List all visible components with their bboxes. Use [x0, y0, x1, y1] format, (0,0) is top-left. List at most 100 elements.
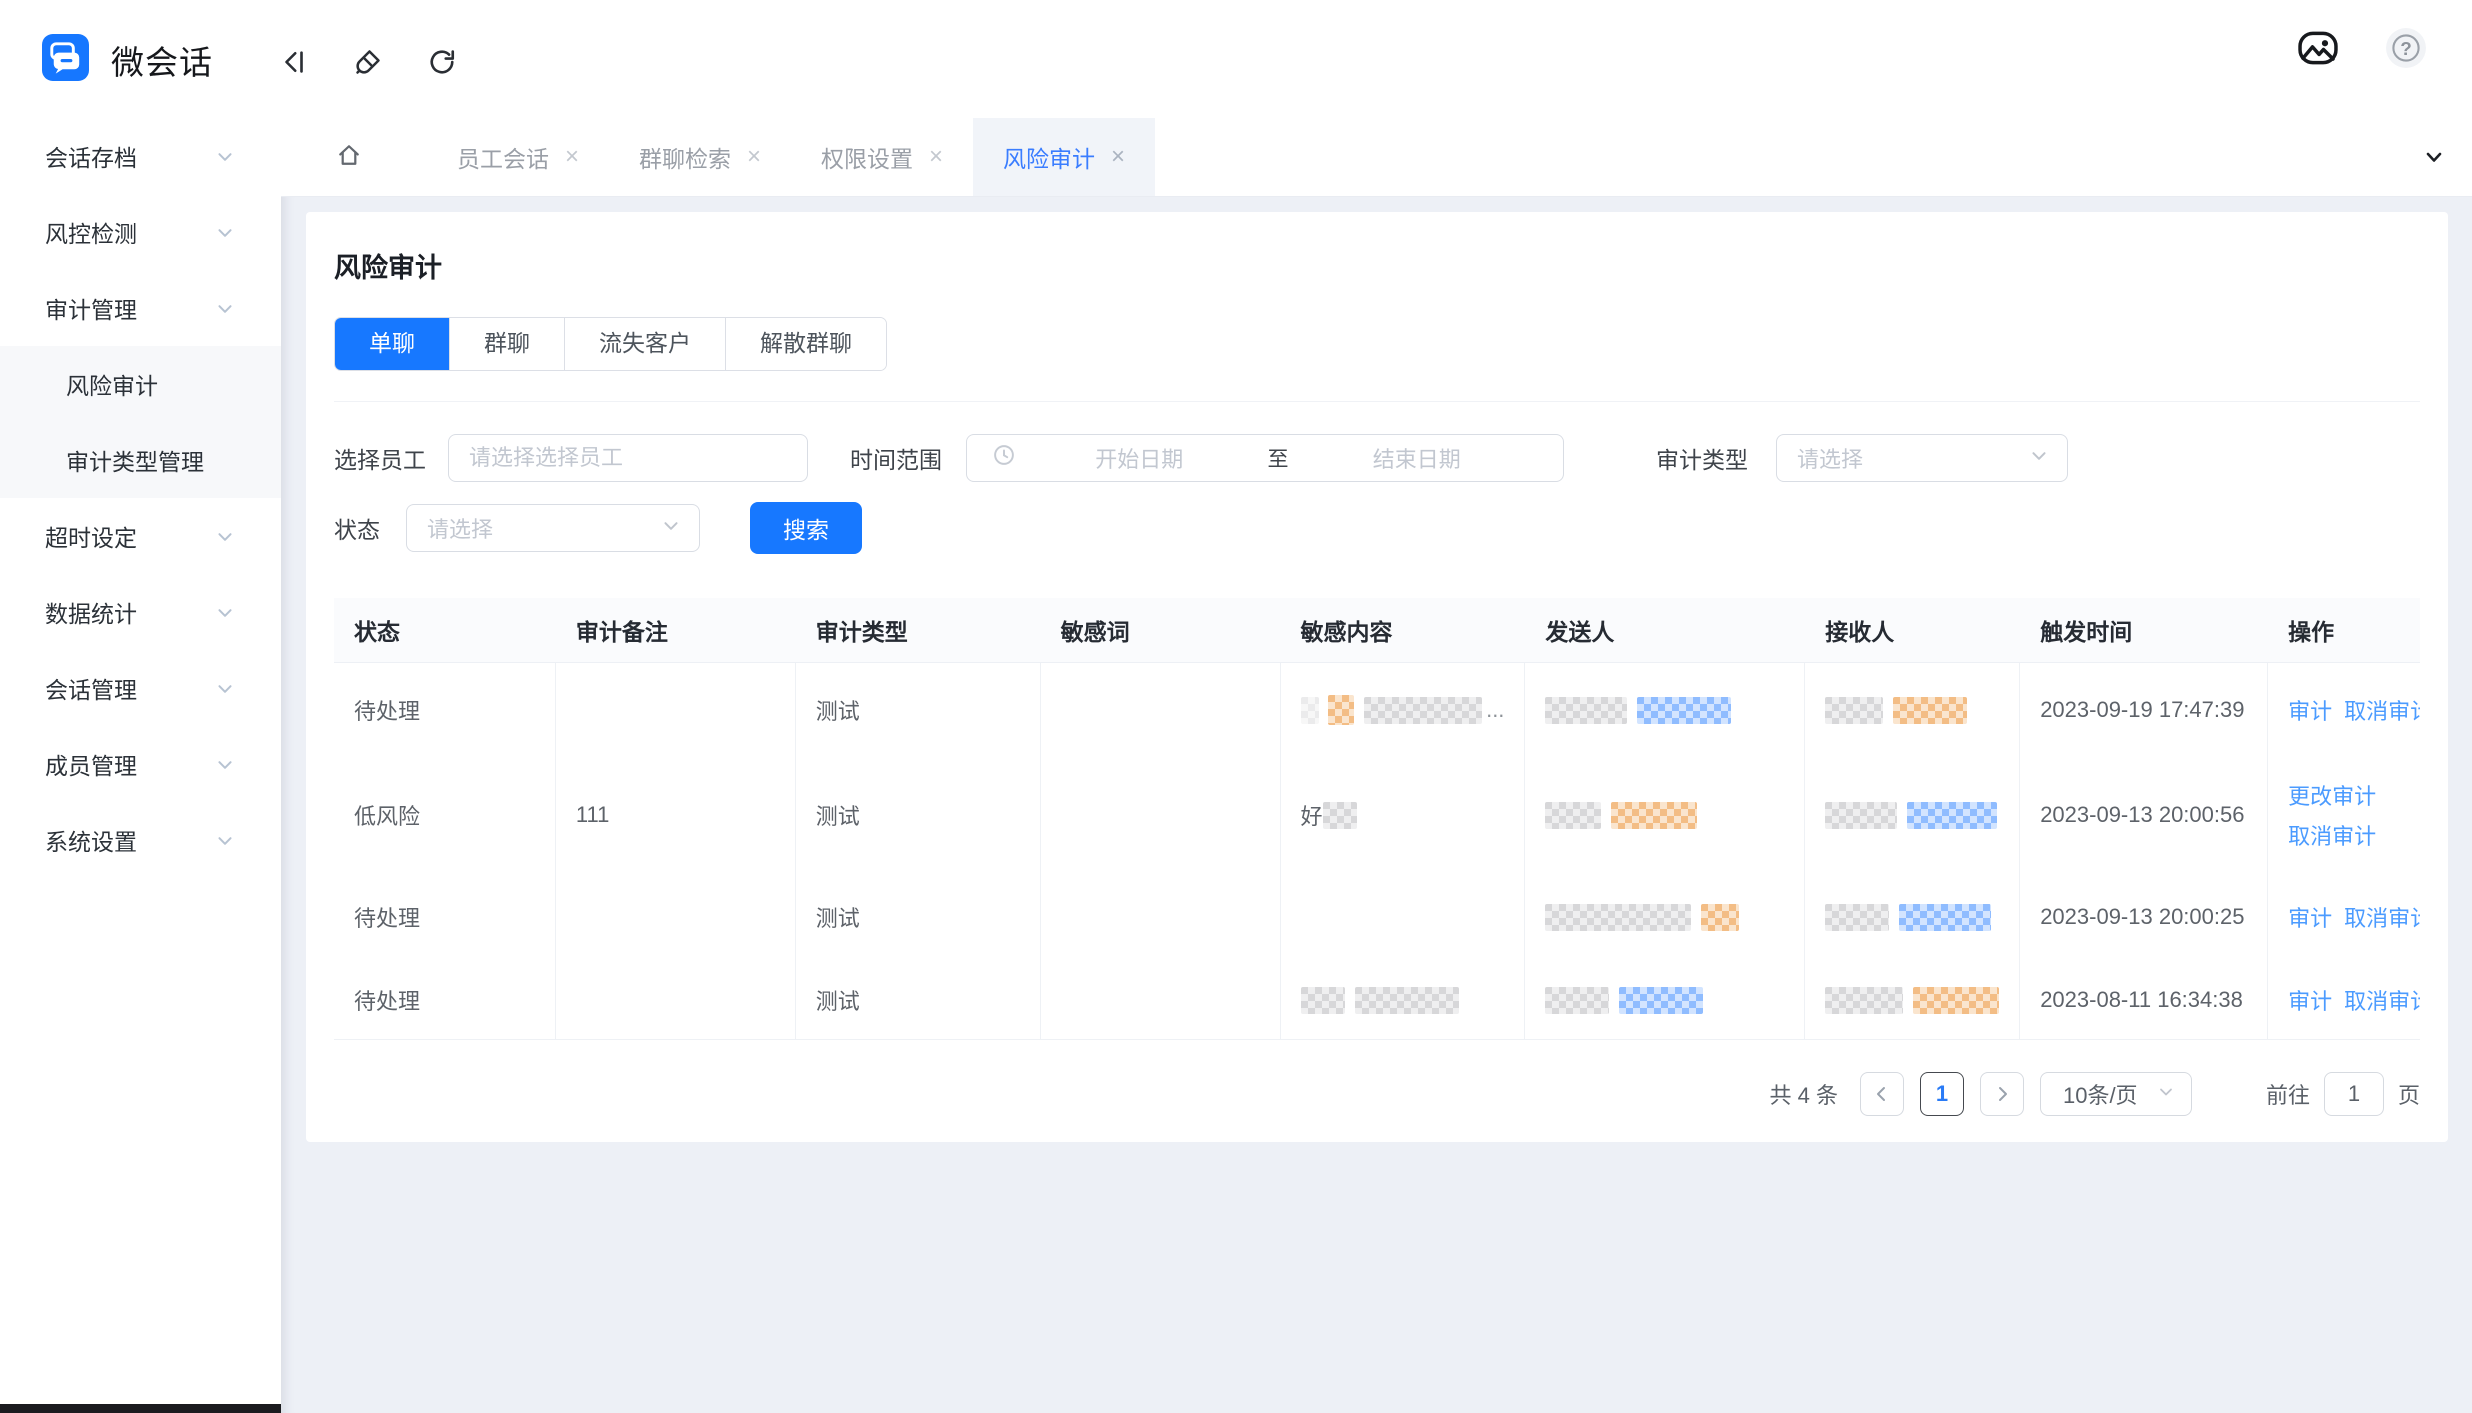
table-row: 待处理 测试 ...: [334, 663, 2420, 757]
goto-page-input[interactable]: [2324, 1072, 2384, 1116]
total-count: 共 4 条: [1770, 1078, 1838, 1110]
redacted-name: [1545, 987, 1609, 1014]
table-header: 状态 审计备注 审计类型 敏感词 敏感内容 发送人 接收人 触发时间 操作: [334, 598, 2420, 663]
cancel-audit-link[interactable]: 取消审计: [2344, 694, 2420, 726]
content-text: 好: [1301, 799, 1323, 831]
current-page-button[interactable]: 1: [1920, 1072, 1964, 1116]
tab-group-chat-search[interactable]: 群聊检索 ×: [609, 118, 791, 196]
avatar-image-placeholder-icon[interactable]: [2296, 26, 2340, 70]
cell-sensitive-content: 好: [1281, 757, 1526, 873]
divider: [334, 401, 2420, 402]
help-icon[interactable]: ?: [2384, 26, 2428, 70]
redacted-name: [1611, 802, 1697, 829]
sidebar-item-audit-management[interactable]: 审计管理: [0, 270, 281, 346]
cell-audit-note: [556, 663, 796, 757]
tab-employee-sessions[interactable]: 员工会话 ×: [427, 118, 609, 196]
cell-status: 低风险: [334, 757, 556, 873]
employee-input[interactable]: [448, 434, 808, 482]
segment-single-chat[interactable]: 单聊: [335, 318, 449, 370]
close-icon[interactable]: ×: [1111, 145, 1125, 169]
segment-disbanded-groups[interactable]: 解散群聊: [725, 318, 886, 370]
audit-link[interactable]: 审计: [2288, 984, 2332, 1016]
cell-audit-type: 测试: [796, 663, 1041, 757]
col-header-sensitive-content: 敏感内容: [1281, 598, 1526, 662]
tab-label: 员工会话: [457, 140, 549, 174]
brush-icon[interactable]: [346, 40, 390, 84]
refresh-icon[interactable]: [420, 40, 464, 84]
tab-label: 群聊检索: [639, 140, 731, 174]
cell-sender: [1525, 873, 1805, 961]
main-content: 风险审计 单聊 群聊 流失客户 解散群聊 选择员工 时间范围 开始日期 至 结束…: [281, 197, 2472, 1413]
sidebar-item-member-management[interactable]: 成员管理: [0, 726, 281, 802]
cell-actions: 审计 取消审计: [2268, 961, 2420, 1039]
chevron-down-icon: [215, 830, 235, 857]
sidebar-item-timeout-settings[interactable]: 超时设定: [0, 498, 281, 574]
chevron-down-icon: [215, 146, 235, 173]
segment-group-chat[interactable]: 群聊: [449, 318, 564, 370]
chevron-down-icon: [215, 222, 235, 249]
cancel-audit-link[interactable]: 取消审计: [2288, 819, 2376, 851]
col-header-sensitive-word: 敏感词: [1041, 598, 1281, 662]
cell-status: 待处理: [334, 873, 556, 961]
col-header-status: 状态: [334, 598, 556, 662]
home-tab[interactable]: [281, 118, 391, 196]
col-header-receiver: 接收人: [1805, 598, 2020, 662]
redacted-link[interactable]: [1907, 802, 1997, 829]
prev-page-button[interactable]: [1860, 1072, 1904, 1116]
status-select[interactable]: 请选择: [406, 504, 700, 552]
next-page-button[interactable]: [1980, 1072, 2024, 1116]
tabs-overflow-chevron-icon[interactable]: [2422, 118, 2446, 196]
redacted-link[interactable]: [1899, 904, 1991, 931]
employee-label: 选择员工: [334, 441, 426, 475]
segment-lost-customers[interactable]: 流失客户: [564, 318, 725, 370]
page-size-select[interactable]: 10条/页: [2040, 1072, 2192, 1116]
cell-actions: 审计 取消审计: [2268, 663, 2420, 757]
date-range-picker[interactable]: 开始日期 至 结束日期: [966, 434, 1564, 482]
redacted-content: [1364, 697, 1482, 724]
cell-status: 待处理: [334, 961, 556, 1039]
sidebar-item-session-management[interactable]: 会话管理: [0, 650, 281, 726]
collapse-sidebar-icon[interactable]: [272, 40, 316, 84]
close-icon[interactable]: ×: [565, 145, 579, 169]
app-logo-icon: [42, 34, 89, 86]
cell-trigger-time: 2023-09-19 17:47:39: [2020, 663, 2268, 757]
page-size-value: 10条/页: [2063, 1078, 2138, 1110]
tab-risk-audit[interactable]: 风险审计 ×: [973, 118, 1155, 196]
home-icon: [335, 141, 363, 174]
search-button[interactable]: 搜索: [750, 502, 862, 554]
cell-sensitive-content: ...: [1281, 663, 1526, 757]
cell-receiver: [1805, 961, 2020, 1039]
redacted-link[interactable]: [1637, 697, 1731, 724]
sidebar-subitem-label: 风险审计: [66, 367, 158, 401]
sidebar-item-label: 超时设定: [45, 519, 137, 553]
start-date-placeholder[interactable]: 开始日期: [1017, 442, 1262, 474]
redacted-name: [1893, 697, 1967, 724]
goto-label: 前往: [2266, 1078, 2310, 1110]
sidebar-item-system-settings[interactable]: 系统设置: [0, 802, 281, 878]
chevron-down-icon: [215, 678, 235, 705]
sidebar-item-risk-detection[interactable]: 风控检测: [0, 194, 281, 270]
audit-link[interactable]: 审计: [2288, 694, 2332, 726]
cancel-audit-link[interactable]: 取消审计: [2344, 984, 2420, 1016]
sidebar-subitem-risk-audit[interactable]: 风险审计: [0, 346, 281, 422]
cell-sensitive-word: [1041, 873, 1281, 961]
close-icon[interactable]: ×: [929, 145, 943, 169]
sidebar-item-session-archive[interactable]: 会话存档: [0, 118, 281, 194]
cancel-audit-link[interactable]: 取消审计: [2344, 901, 2420, 933]
close-icon[interactable]: ×: [747, 145, 761, 169]
sidebar-item-label: 会话管理: [45, 671, 137, 705]
audit-type-select[interactable]: 请选择: [1776, 434, 2068, 482]
table-body: 待处理 测试 ...: [334, 663, 2420, 1040]
chevron-down-icon: [215, 298, 235, 325]
sidebar-subitem-audit-type-management[interactable]: 审计类型管理: [0, 422, 281, 498]
audit-link[interactable]: 审计: [2288, 901, 2332, 933]
redacted-name: [1545, 697, 1627, 724]
tab-permission-settings[interactable]: 权限设置 ×: [791, 118, 973, 196]
sidebar-item-data-statistics[interactable]: 数据统计: [0, 574, 281, 650]
chevron-down-icon: [215, 526, 235, 553]
redacted-link[interactable]: [1619, 987, 1703, 1014]
change-audit-link[interactable]: 更改审计: [2288, 779, 2376, 811]
date-range-separator: 至: [1262, 443, 1295, 473]
end-date-placeholder[interactable]: 结束日期: [1295, 442, 1540, 474]
redacted-name: [1545, 802, 1601, 829]
